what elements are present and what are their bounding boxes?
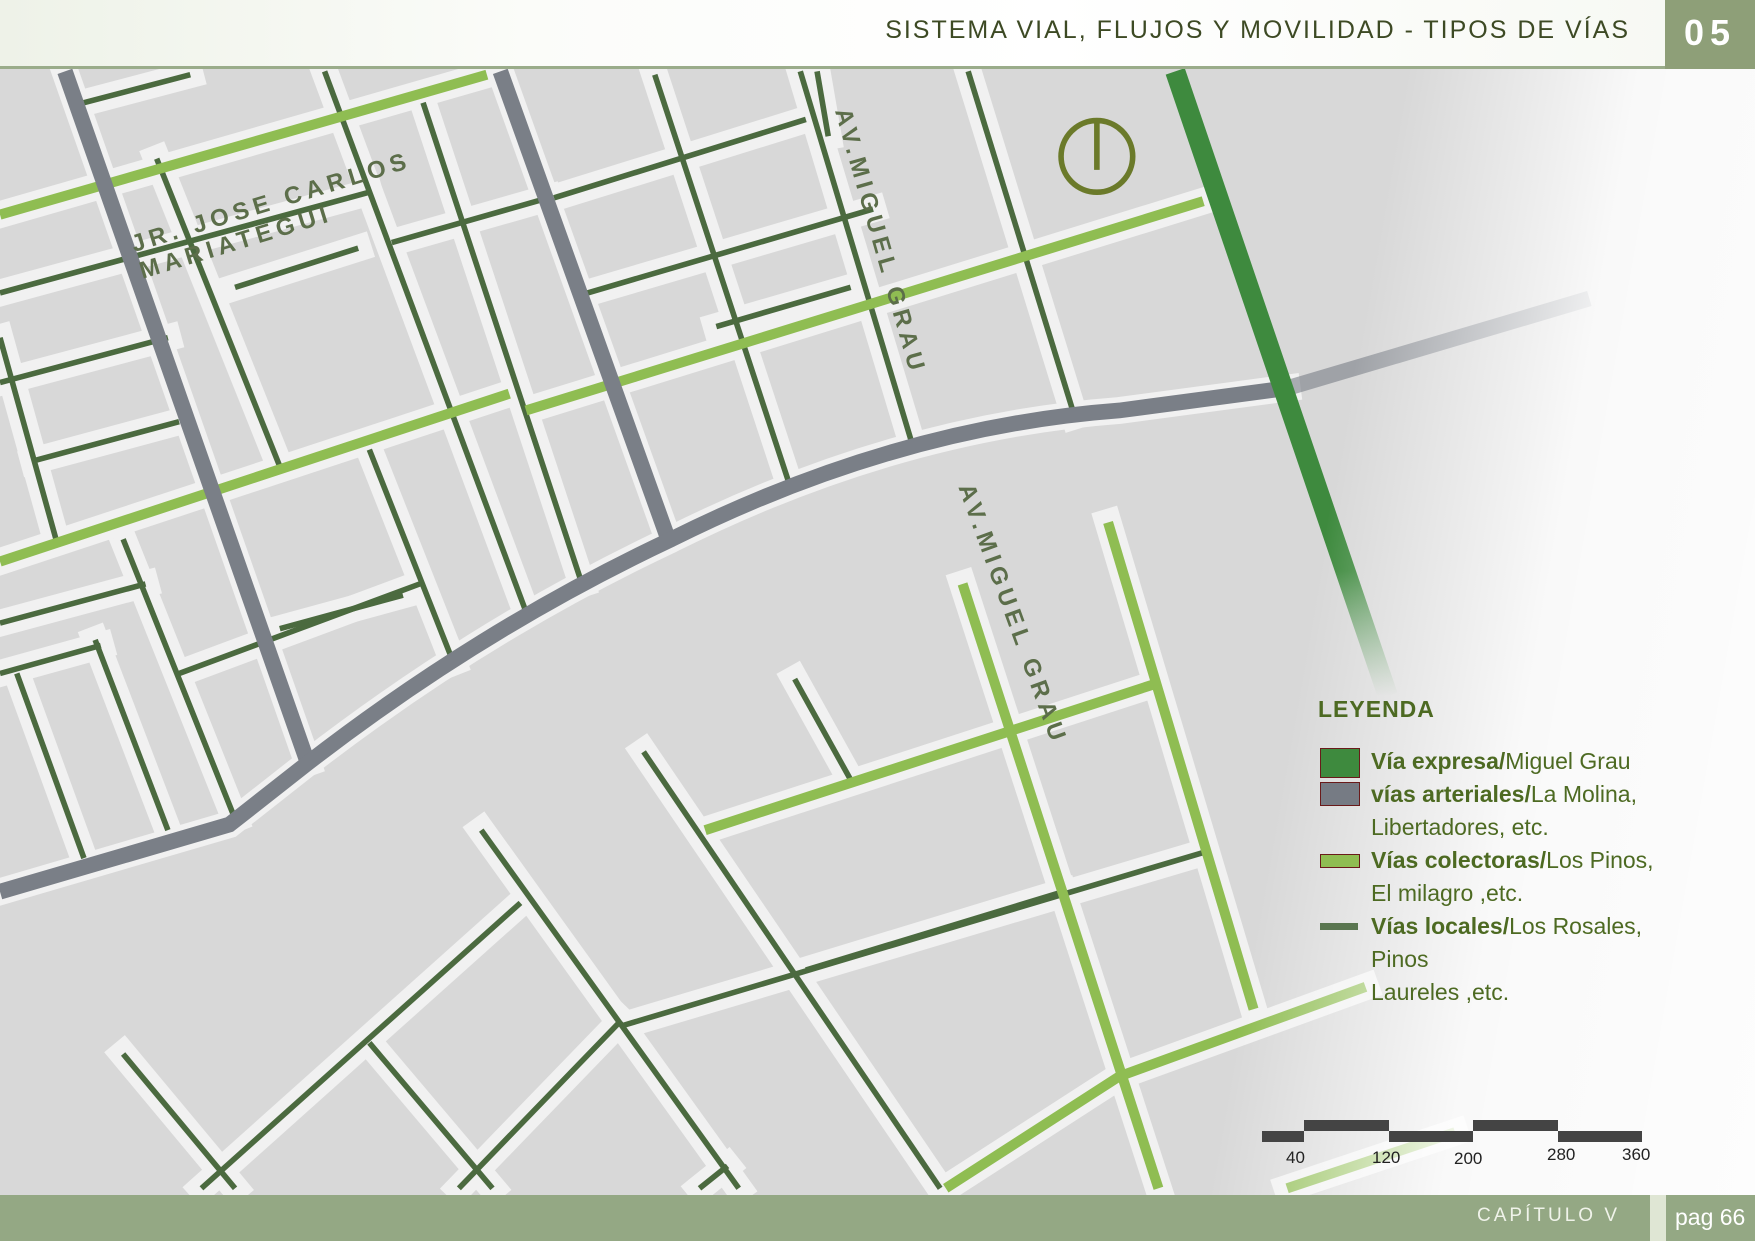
legend-text: Libertadores, etc. — [1371, 814, 1549, 840]
footer-divider — [1650, 1195, 1666, 1241]
page-number: pag 66 — [1675, 1204, 1746, 1230]
page-title: SISTEMA VIAL, FLUJOS Y MOVILIDAD - TIPOS… — [885, 16, 1630, 44]
legend-text: Pinos — [1371, 946, 1429, 972]
page-header: SISTEMA VIAL, FLUJOS Y MOVILIDAD - TIPOS… — [0, 0, 1755, 69]
legend-text: La Molina, — [1530, 781, 1637, 807]
swatch-colectoras — [1320, 854, 1360, 868]
page-footer: CAPÍTULO V pag 66 — [0, 1195, 1755, 1241]
chapter-number-badge: 05 — [1665, 0, 1755, 69]
legend-bold: Vía expresa/ — [1371, 748, 1506, 774]
legend-bold: vías arteriales/ — [1371, 781, 1531, 807]
legend-text: Los Rosales, — [1509, 913, 1643, 939]
legend-title: LEYENDA — [1318, 696, 1435, 722]
scale-label: 40 — [1286, 1148, 1305, 1167]
legend-text: El milagro ,etc. — [1371, 880, 1524, 906]
legend-text: Los Pinos, — [1546, 847, 1654, 873]
scale-label: 280 — [1547, 1145, 1576, 1164]
legend-item-arteriales: vías arteriales/La Molina, Libertadores,… — [1318, 778, 1738, 844]
footer-chapter: CAPÍTULO V — [1477, 1205, 1620, 1226]
legend-item-expresa: Vía expresa/Miguel Grau — [1318, 745, 1738, 778]
legend-text: Laureles ,etc. — [1371, 979, 1510, 1005]
swatch-arteriales — [1320, 782, 1360, 806]
legend-item-colectoras: Vías colectoras/Los Pinos, El milagro ,e… — [1318, 844, 1738, 910]
legend-bold: Vías locales/ — [1371, 913, 1510, 939]
scale-label: 120 — [1372, 1148, 1401, 1167]
legend-text: Miguel Grau — [1505, 748, 1631, 774]
swatch-locales — [1320, 923, 1358, 930]
scale-bar: 40 120 200 280 360 — [1262, 1118, 1651, 1178]
legend-item-locales: Vías locales/Los Rosales, Pinos Laureles… — [1318, 910, 1738, 1009]
legend-bold: Vías colectoras/ — [1371, 847, 1547, 873]
scale-label: 360 — [1622, 1145, 1651, 1164]
swatch-expresa — [1320, 748, 1360, 778]
scale-label: 200 — [1454, 1149, 1483, 1168]
legend: LEYENDA Vía expresa/Miguel Grau vías art… — [1318, 696, 1738, 1009]
